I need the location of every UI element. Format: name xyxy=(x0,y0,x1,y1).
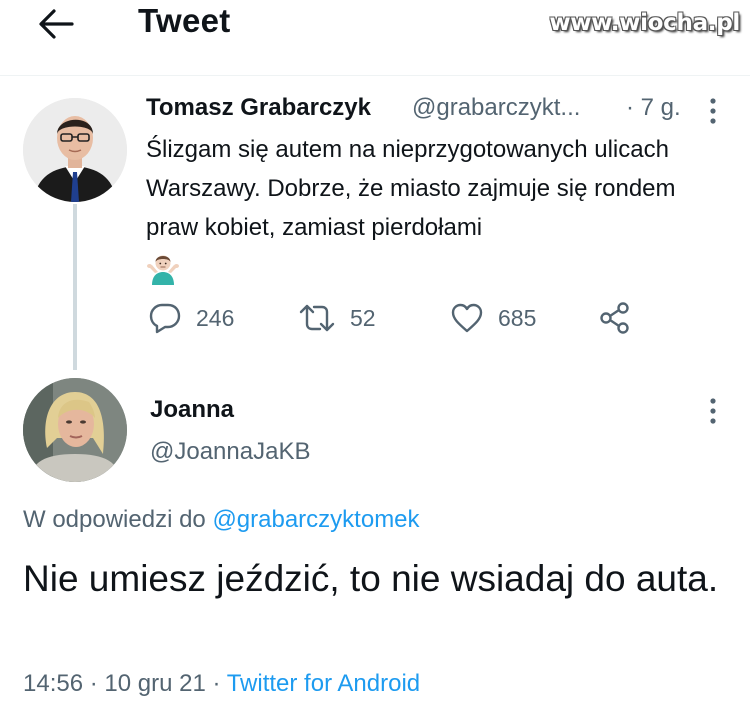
page-title: Tweet xyxy=(138,2,231,39)
more-options-icon[interactable] xyxy=(706,96,720,126)
replying-to: W odpowiedzi do @grabarczyktomek xyxy=(23,506,420,534)
tweet-meta: 14:56 · 10 gru 21 · Twitter for Android xyxy=(23,670,420,698)
author-name[interactable]: Tomasz Grabarczyk xyxy=(146,94,371,122)
reply-button[interactable]: 246 xyxy=(148,300,234,336)
avatar[interactable] xyxy=(23,378,127,482)
replying-to-label: W odpowiedzi do xyxy=(23,506,206,533)
tweet-time[interactable]: · 7 g. xyxy=(626,94,681,122)
author-name[interactable]: Joanna xyxy=(150,396,234,424)
avatar-portrait-woman xyxy=(23,378,127,482)
share-button[interactable] xyxy=(598,300,632,336)
author-handle[interactable]: @grabarczykt... xyxy=(412,94,580,122)
tweet-text: Ślizgam się autem na nieprzygotowanych u… xyxy=(146,136,676,241)
timestamp[interactable]: 14:56 · 10 gru 21 · xyxy=(23,670,220,697)
retweet-icon xyxy=(299,304,335,332)
heart-icon xyxy=(451,303,483,333)
watermark: www.wiocha.pl xyxy=(549,10,740,36)
reply-count: 246 xyxy=(196,304,235,331)
like-count: 685 xyxy=(498,304,537,331)
retweet-button[interactable]: 52 xyxy=(298,300,376,336)
more-options-icon[interactable] xyxy=(706,396,720,426)
reply-text: Nie umiesz jeździć, to nie wsiadaj do au… xyxy=(23,558,719,599)
reply-icon xyxy=(149,303,181,334)
arrow-left-icon[interactable] xyxy=(38,8,74,40)
tweet-detail-page: Tweet www.wiocha.pl Tomasz Grabarczyk @g… xyxy=(0,0,750,717)
author-handle[interactable]: @JoannaJaKB xyxy=(150,438,310,466)
avatar[interactable] xyxy=(23,98,127,202)
man-shrugging-emoji xyxy=(147,255,179,285)
top-bar: Tweet www.wiocha.pl xyxy=(0,0,750,76)
retweet-count: 52 xyxy=(350,304,376,331)
thread-connector xyxy=(73,204,77,370)
avatar-portrait-man xyxy=(23,98,127,202)
mention-link[interactable]: @grabarczyktomek xyxy=(212,506,419,533)
share-icon xyxy=(600,302,629,334)
like-button[interactable]: 685 xyxy=(450,300,536,336)
client-link[interactable]: Twitter for Android xyxy=(227,670,420,697)
